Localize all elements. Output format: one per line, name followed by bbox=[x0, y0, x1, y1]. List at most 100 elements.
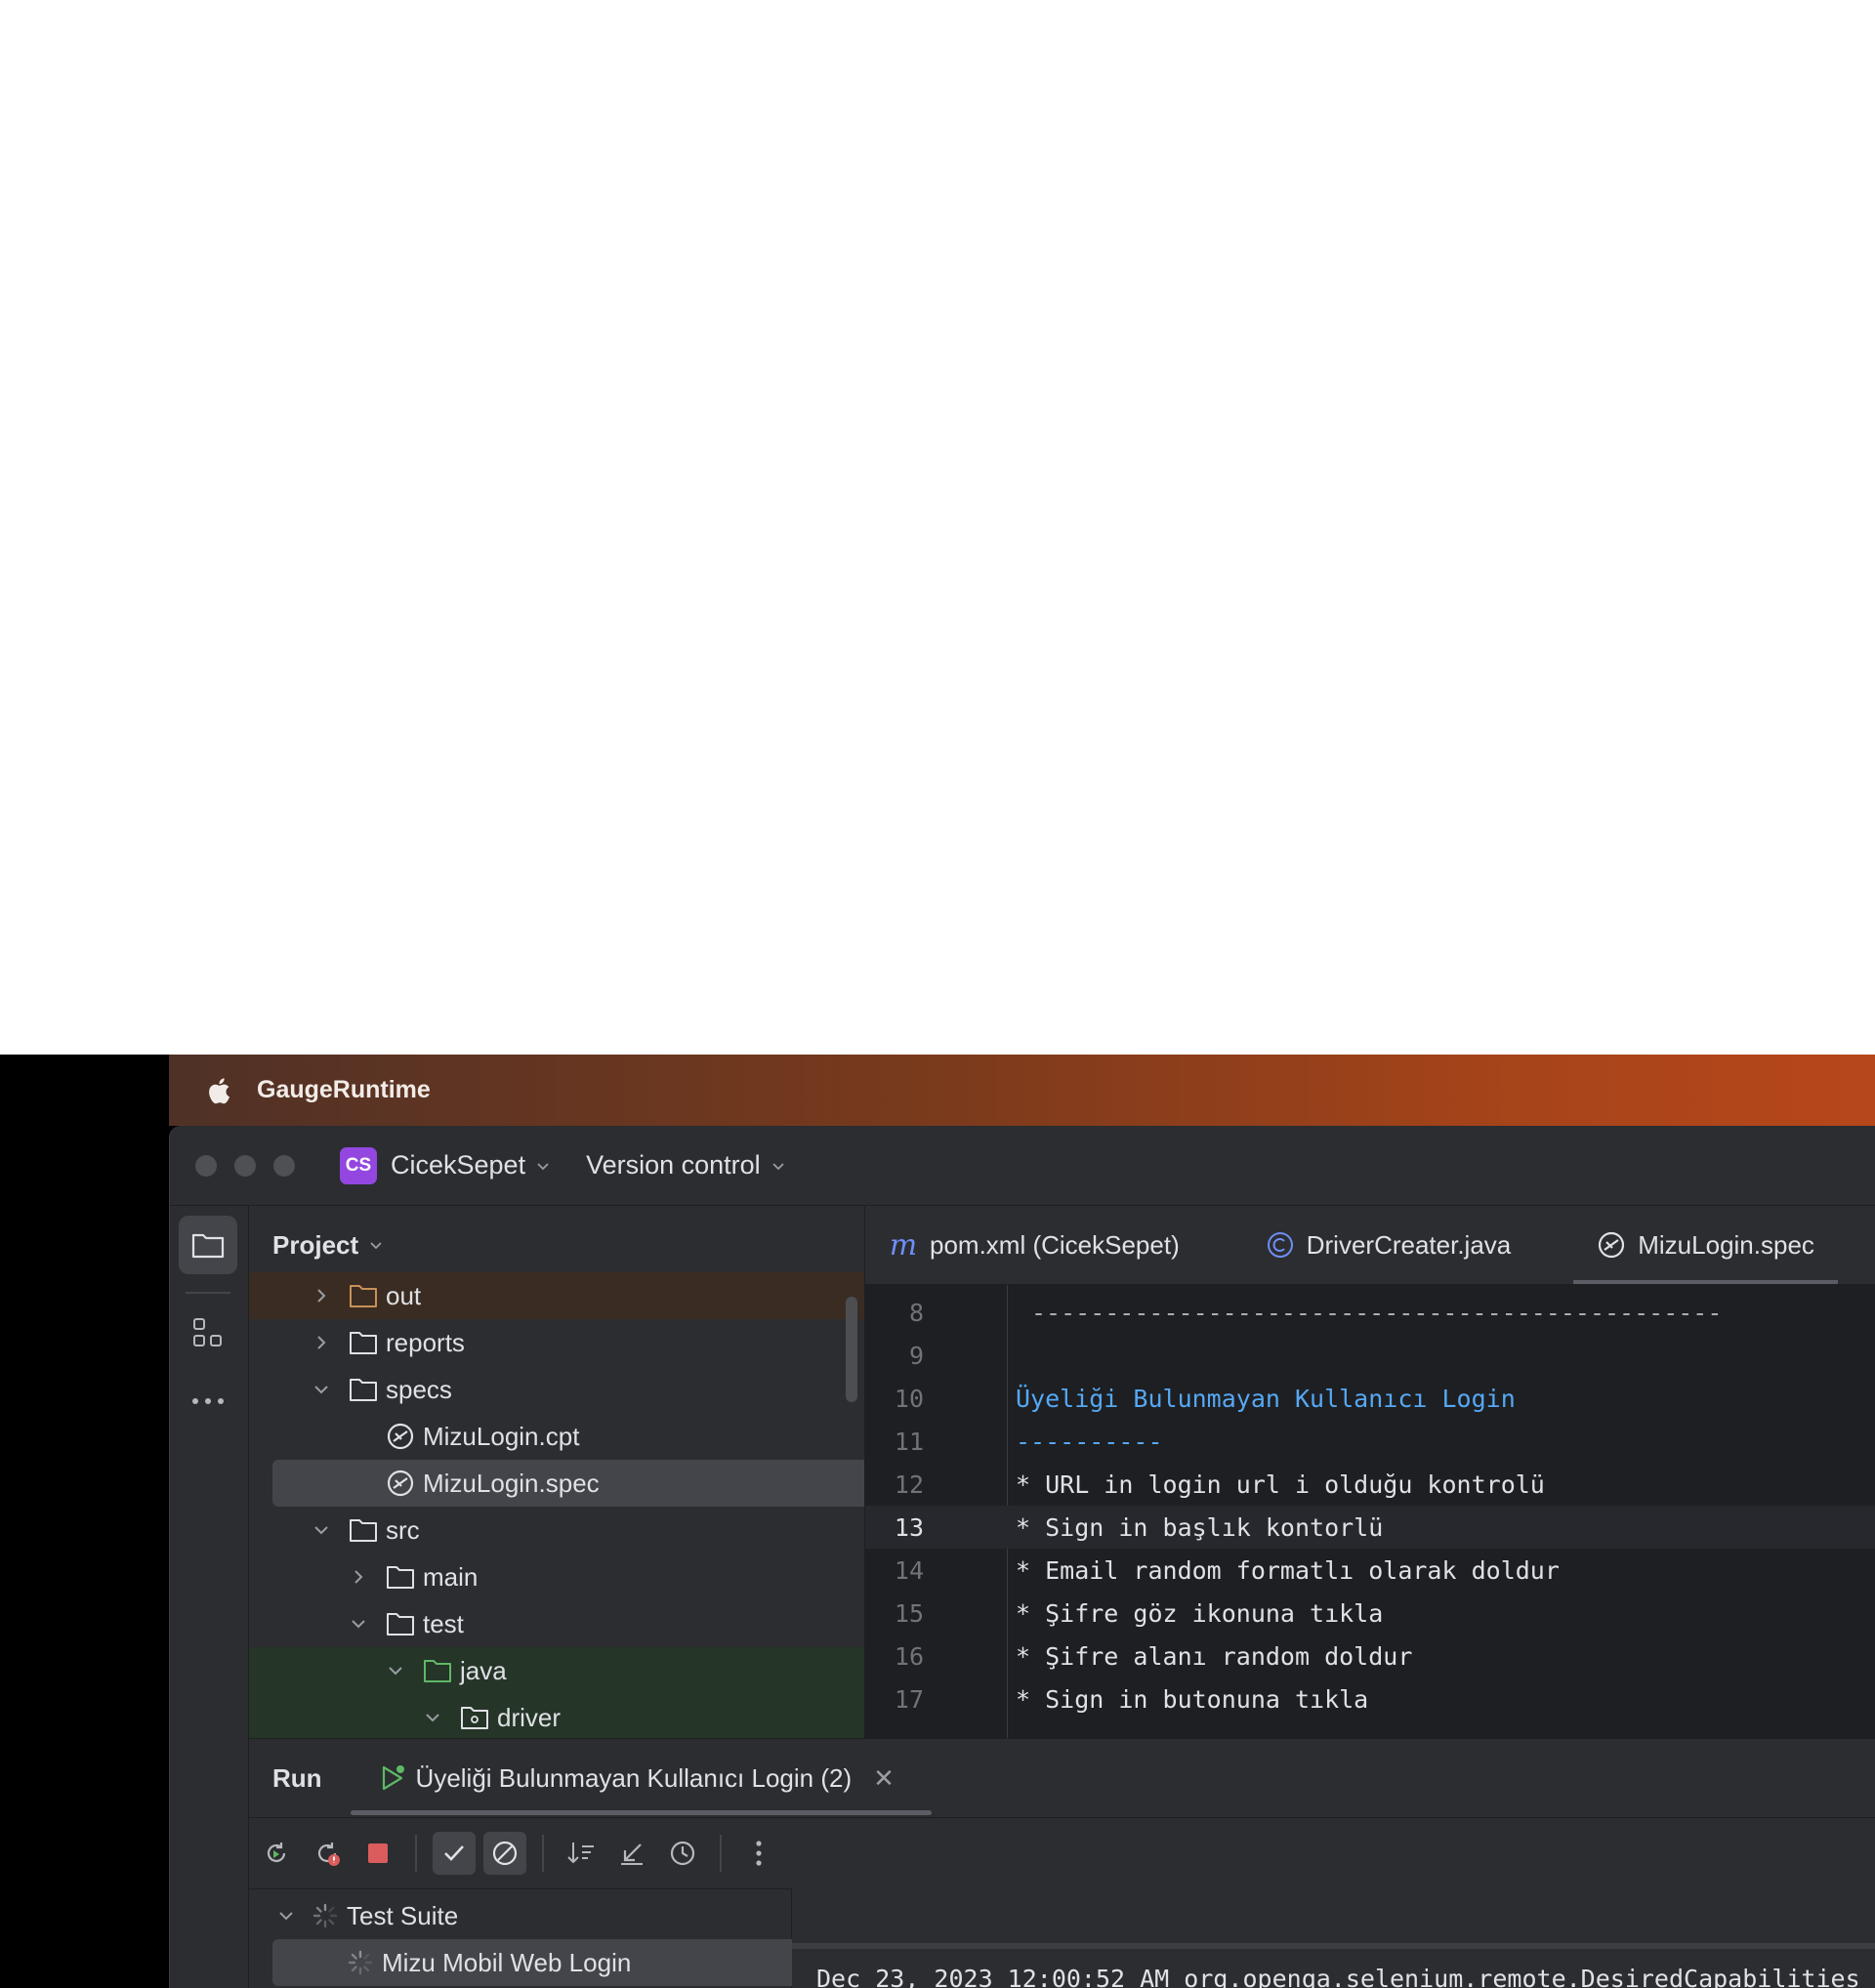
toolbar-separator bbox=[720, 1835, 722, 1872]
chevron-down-icon[interactable] bbox=[312, 1520, 331, 1540]
chevron-down-icon bbox=[772, 1162, 784, 1170]
chevron-down-icon[interactable] bbox=[386, 1661, 405, 1680]
project-name: CicekSepet bbox=[391, 1150, 526, 1180]
ide-window: CS CicekSepet Version control Project ou… bbox=[169, 1126, 1875, 1988]
run-panel-title: Run bbox=[272, 1762, 322, 1793]
run-toolbar bbox=[249, 1818, 1875, 1889]
run-console[interactable]: Dec 23, 2023 12:00:52 AM org.openqa.sele… bbox=[792, 1888, 1875, 1988]
show-ignored-toggle[interactable] bbox=[483, 1832, 526, 1875]
structure-tool-button[interactable] bbox=[179, 1304, 237, 1362]
code-line: 11 ---------- bbox=[865, 1420, 1875, 1463]
folder-icon bbox=[191, 1233, 225, 1259]
code-text: ----------------------------------------… bbox=[1031, 1298, 1723, 1327]
chevron-down-icon[interactable] bbox=[368, 1237, 384, 1253]
test-results-tree: Test Suite Mizu Mobil Web Login bbox=[249, 1888, 865, 1988]
clock-icon bbox=[670, 1841, 695, 1866]
check-icon bbox=[444, 1845, 464, 1861]
tree-item-src[interactable]: src bbox=[249, 1507, 864, 1553]
chevron-right-icon[interactable] bbox=[312, 1286, 331, 1305]
more-options-button[interactable] bbox=[737, 1832, 780, 1875]
chevron-down-icon[interactable] bbox=[276, 1906, 296, 1926]
tree-item-java[interactable]: java bbox=[249, 1647, 864, 1694]
test-source-folder-icon bbox=[424, 1660, 451, 1682]
minimize-window-button[interactable] bbox=[234, 1154, 256, 1177]
code-text: ---------- bbox=[1016, 1427, 1163, 1456]
line-number: 17 bbox=[894, 1684, 924, 1714]
rerun-button[interactable] bbox=[255, 1832, 298, 1875]
tree-item-label: specs bbox=[386, 1374, 452, 1404]
sort-icon bbox=[567, 1843, 594, 1864]
console-output-line: Dec 23, 2023 12:00:52 AM org.openqa.sele… bbox=[816, 1965, 1860, 1988]
test-history-button[interactable] bbox=[661, 1832, 704, 1875]
tree-item-out[interactable]: out bbox=[249, 1272, 864, 1319]
step-text: * URL in login url i olduğu kontrolü bbox=[1016, 1470, 1545, 1499]
code-line: 17 * Sign in butonuna tıkla bbox=[865, 1677, 1875, 1720]
tree-item-mizulogin-spec[interactable]: MizuLogin.spec bbox=[249, 1460, 864, 1507]
step-text: * Şifre alanı random doldur bbox=[1016, 1641, 1413, 1671]
close-window-button[interactable] bbox=[195, 1154, 217, 1177]
tree-item-label: MizuLogin.spec bbox=[423, 1468, 600, 1498]
loading-spinner-icon bbox=[348, 1950, 373, 1975]
tab-pom-xml[interactable]: m pom.xml (CicekSepet) bbox=[865, 1206, 1203, 1284]
console-scrollbar[interactable] bbox=[792, 1943, 1875, 1949]
toolbar-separator bbox=[542, 1835, 544, 1872]
run-config-tab[interactable]: Üyeliği Bulunmayan Kullanıcı Login (2) bbox=[379, 1762, 853, 1794]
project-tree-scrollbar[interactable] bbox=[846, 1297, 857, 1402]
folder-icon bbox=[387, 1566, 414, 1589]
code-line: 14 * Email random formatlı olarak doldur bbox=[865, 1549, 1875, 1592]
step-text: * Email random formatlı olarak doldur bbox=[1016, 1555, 1560, 1585]
stop-icon bbox=[368, 1843, 388, 1863]
more-horizontal-icon bbox=[192, 1398, 224, 1404]
test-suite-node[interactable]: Test Suite bbox=[249, 1892, 818, 1939]
chevron-down-icon[interactable] bbox=[312, 1380, 331, 1399]
tab-mizulogin-spec[interactable]: MizuLogin.spec bbox=[1573, 1206, 1838, 1284]
code-editor[interactable]: 8 --------------------------------------… bbox=[865, 1285, 1875, 1738]
chevron-right-icon[interactable] bbox=[312, 1333, 331, 1352]
active-app-name[interactable]: GaugeRuntime bbox=[257, 1076, 431, 1104]
tab-drivercreater-java[interactable]: DriverCreater.java bbox=[1242, 1206, 1535, 1284]
tree-item-label: src bbox=[386, 1514, 420, 1545]
java-class-icon bbox=[1266, 1230, 1295, 1260]
line-number: 9 bbox=[908, 1341, 924, 1370]
close-icon[interactable]: ✕ bbox=[873, 1763, 895, 1794]
apple-logo-icon[interactable] bbox=[206, 1075, 233, 1106]
folder-icon bbox=[350, 1379, 377, 1401]
gauge-spec-icon bbox=[387, 1470, 414, 1497]
tree-item-label: driver bbox=[497, 1702, 562, 1732]
line-number: 15 bbox=[894, 1598, 924, 1628]
collapse-button[interactable] bbox=[610, 1832, 653, 1875]
desktop-screen: GaugeRuntime CS CicekSepet Version contr… bbox=[0, 1055, 1875, 1988]
code-line: 8 --------------------------------------… bbox=[865, 1291, 1875, 1334]
chevron-down-icon[interactable] bbox=[423, 1708, 442, 1727]
sort-button[interactable] bbox=[560, 1832, 603, 1875]
tree-item-test[interactable]: test bbox=[249, 1600, 864, 1647]
loading-spinner-icon bbox=[312, 1903, 338, 1928]
tree-item-specs[interactable]: specs bbox=[249, 1366, 864, 1413]
chevron-down-icon[interactable] bbox=[349, 1614, 368, 1634]
show-passed-toggle[interactable] bbox=[433, 1832, 476, 1875]
version-control-menu[interactable]: Version control bbox=[586, 1150, 786, 1180]
project-switcher[interactable]: CicekSepet bbox=[391, 1150, 551, 1180]
tree-item-mizulogin-cpt[interactable]: MizuLogin.cpt bbox=[249, 1413, 864, 1460]
maven-m-icon: m bbox=[889, 1227, 918, 1263]
tree-item-driver[interactable]: driver bbox=[249, 1694, 864, 1738]
editor-area: m pom.xml (CicekSepet) DriverCreater.jav… bbox=[865, 1206, 1875, 1738]
project-tool-button[interactable] bbox=[179, 1216, 237, 1274]
project-panel-title[interactable]: Project bbox=[272, 1230, 358, 1261]
tab-label: MizuLogin.spec bbox=[1638, 1229, 1814, 1260]
tree-item-label: MizuLogin.cpt bbox=[423, 1421, 580, 1451]
folder-icon bbox=[387, 1613, 414, 1636]
gauge-spec-icon bbox=[387, 1423, 414, 1450]
rerun-failed-button[interactable] bbox=[306, 1832, 349, 1875]
tree-item-main[interactable]: main bbox=[249, 1553, 864, 1600]
chevron-right-icon[interactable] bbox=[349, 1567, 368, 1587]
code-line-current: 13 * Sign in başlık kontorlü bbox=[865, 1506, 1875, 1549]
more-tools-button[interactable] bbox=[179, 1372, 237, 1430]
gauge-spec-icon bbox=[1597, 1230, 1626, 1260]
step-text: * Sign in başlık kontorlü bbox=[1016, 1512, 1384, 1542]
zoom-window-button[interactable] bbox=[273, 1154, 295, 1177]
tab-label: pom.xml (CicekSepet) bbox=[930, 1229, 1180, 1260]
run-tab-label: Üyeliği Bulunmayan Kullanıcı Login (2) bbox=[415, 1762, 853, 1793]
tree-item-reports[interactable]: reports bbox=[249, 1319, 864, 1366]
stop-button[interactable] bbox=[356, 1832, 399, 1875]
